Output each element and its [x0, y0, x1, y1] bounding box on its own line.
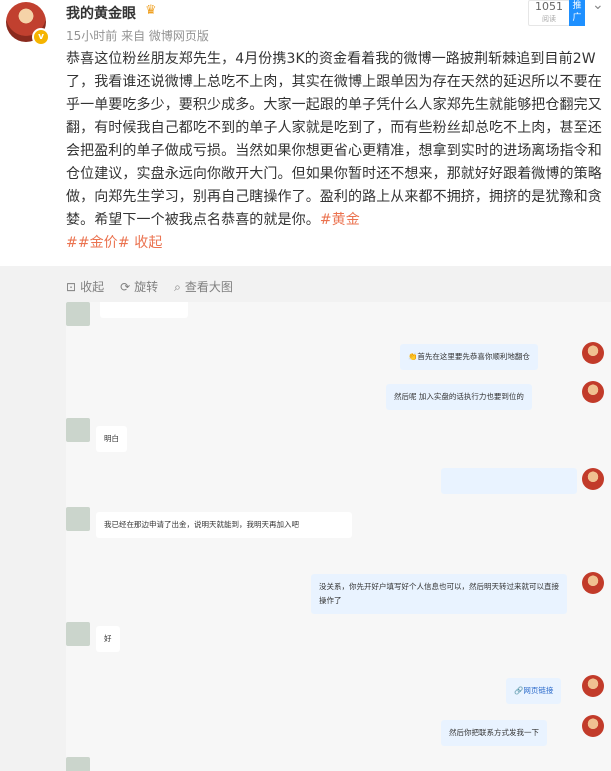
collapse-button[interactable]: ⊡ 收起: [66, 278, 104, 295]
chat-message: 👏首先在这里要先恭喜你顺利地翻仓: [400, 344, 538, 370]
hashtag-gold[interactable]: #黄金: [320, 212, 360, 228]
collapse-icon: ⊡: [66, 280, 77, 294]
chat-message-text: 首先在这里要先恭喜你顺利地翻仓: [417, 352, 530, 361]
chat-message: 然后呢 加入实盘的话执行力也要到位的: [386, 384, 532, 410]
chat-avatar: [582, 572, 604, 594]
link-icon: 🔗: [514, 686, 524, 695]
read-count-value: 1051: [535, 0, 563, 13]
rotate-button[interactable]: ⟳ 旋转: [120, 278, 158, 295]
chat-avatar: [66, 302, 90, 326]
chat-message: 我已经在那边申请了出金，说明天就能到，我明天再加入吧: [96, 512, 352, 538]
chat-avatar: [66, 418, 90, 442]
chat-message: 明白: [96, 426, 127, 452]
chat-avatar: [582, 342, 604, 364]
chat-link-text[interactable]: 网页链接: [523, 686, 553, 695]
chat-message: [100, 302, 188, 318]
chat-avatar: [66, 622, 90, 646]
hand-icon: 👏: [408, 352, 418, 361]
read-count-label: 阅读: [542, 15, 556, 23]
read-count-badge: 1051 阅读: [528, 0, 570, 26]
collapse-link[interactable]: 收起: [130, 235, 163, 251]
username[interactable]: 我的黄金眼: [66, 3, 136, 23]
post-text: 恭喜这位粉丝朋友郑先生，4月份携3K的资金看着我的微博一路披荆斩棘追到目前2W了…: [66, 48, 606, 255]
chevron-down-icon[interactable]: ⌄: [592, 0, 604, 13]
view-large-button[interactable]: ⌕ 查看大图: [174, 278, 233, 295]
collapse-label: 收起: [80, 280, 105, 294]
hashtag-gold-price[interactable]: ##金价#: [66, 235, 130, 251]
crown-icon: ♛: [145, 3, 157, 18]
chat-avatar: [582, 381, 604, 403]
chat-avatar: [66, 757, 90, 771]
chat-message: [441, 468, 577, 494]
rotate-label: 旋转: [134, 280, 159, 294]
chat-screenshot[interactable]: 👏首先在这里要先恭喜你顺利地翻仓 然后呢 加入实盘的话执行力也要到位的 明白 我…: [66, 302, 611, 771]
chat-message: 好: [96, 626, 120, 652]
chat-avatar: [582, 715, 604, 737]
rotate-icon: ⟳: [120, 280, 131, 294]
post-header: v 我的黄金眼 ♛ 15小时前 来自 微博网页版 1051 阅读 推广 ⌄: [0, 0, 611, 50]
promote-button[interactable]: 推广: [569, 0, 585, 26]
chat-message: 没关系，你先开好户填写好个人信息也可以，然后明天转过来就可以直接操作了: [311, 574, 567, 614]
chat-avatar: [66, 507, 90, 531]
chat-message[interactable]: 🔗网页链接: [506, 678, 562, 704]
chat-avatar: [582, 675, 604, 697]
verified-badge-icon: v: [32, 28, 50, 46]
media-toolbar: ⊡ 收起 ⟳ 旋转 ⌕ 查看大图: [66, 278, 233, 295]
post-body: 恭喜这位粉丝朋友郑先生，4月份携3K的资金看着我的微博一路披荆斩棘追到目前2W了…: [66, 51, 602, 228]
magnify-icon: ⌕: [174, 280, 181, 294]
chat-avatar: [582, 468, 604, 490]
chat-message: 然后你把联系方式发我一下: [441, 720, 547, 746]
post-meta: 15小时前 来自 微博网页版: [66, 29, 209, 43]
view-large-label: 查看大图: [184, 280, 233, 294]
